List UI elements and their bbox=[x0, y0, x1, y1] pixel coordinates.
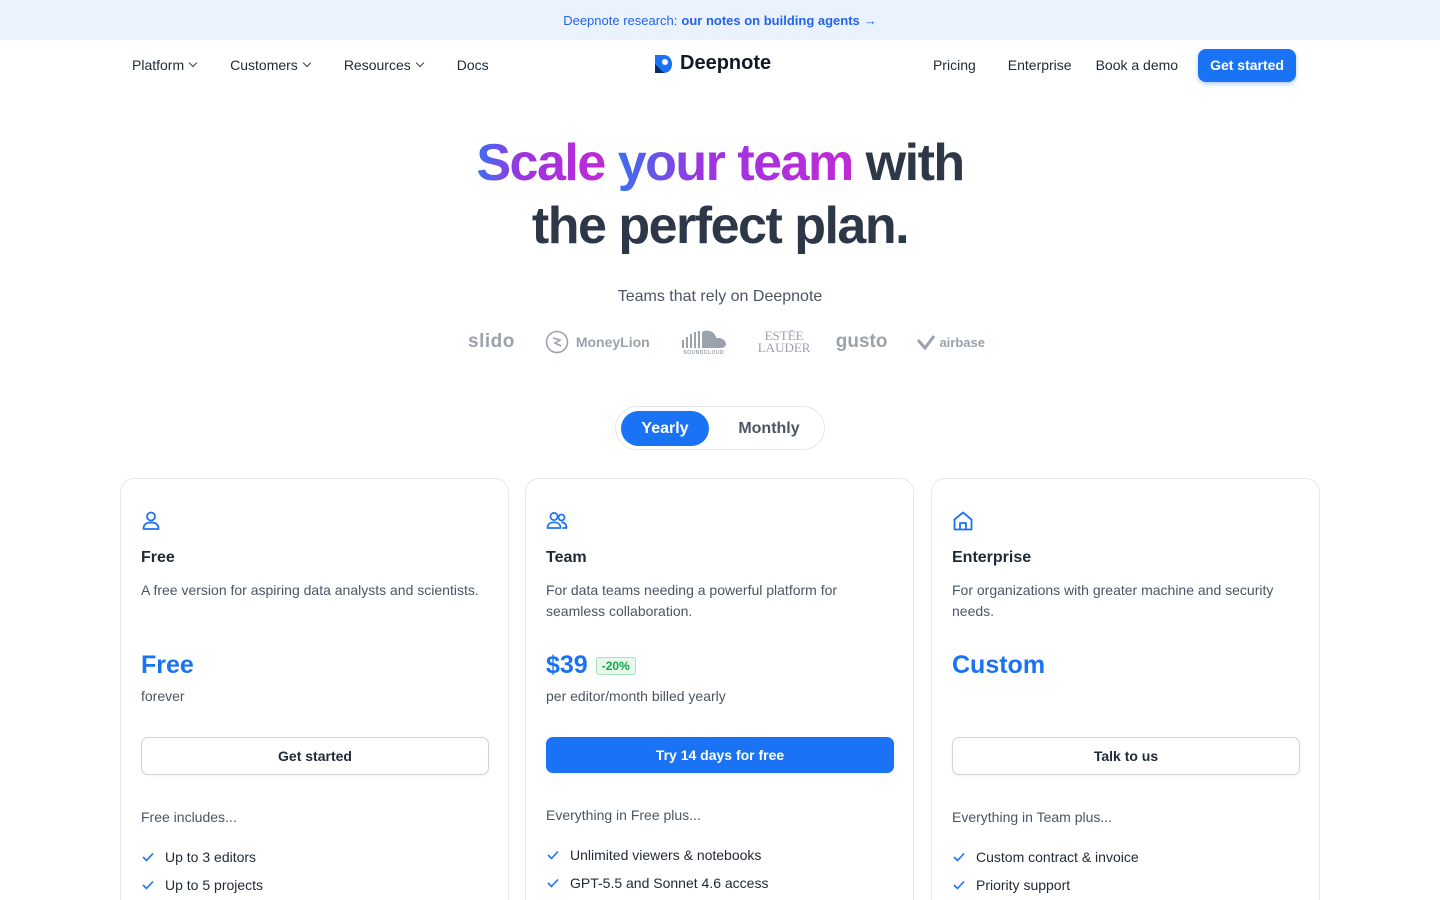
estee-lauder-logo: ESTĒE LAUDER bbox=[757, 328, 811, 355]
nav-platform-label: Platform bbox=[132, 57, 185, 73]
nav-platform[interactable]: Platform bbox=[132, 57, 198, 73]
announcement-banner[interactable]: Deepnote research: our notes on building… bbox=[0, 0, 1440, 40]
top-nav: Platform Customers Resources Docs Deepno… bbox=[0, 40, 1440, 90]
teams-title: Teams that rely on Deepnote bbox=[617, 288, 823, 305]
billing-monthly-option[interactable]: Monthly bbox=[724, 411, 814, 446]
nav-resources[interactable]: Resources bbox=[343, 57, 424, 73]
plan-description: For data teams needing a powerful platfo… bbox=[546, 582, 838, 619]
list-item: Priority support bbox=[952, 871, 1139, 899]
nav-book-demo[interactable]: Book a demo bbox=[1096, 57, 1179, 73]
plan-feature-list: Custom contract & invoice Priority suppo… bbox=[952, 843, 1139, 899]
plan-price: Free bbox=[141, 651, 194, 679]
plan-price: $39 -20% bbox=[546, 651, 636, 680]
plan-description: A free version for aspiring data analyst… bbox=[141, 582, 479, 598]
chevron-down-icon bbox=[188, 58, 198, 68]
get-started-free-button[interactable]: Get started bbox=[141, 737, 489, 775]
hero-rest-1: with bbox=[865, 134, 965, 192]
billing-toggle[interactable]: Yearly Monthly bbox=[615, 406, 825, 450]
home-icon bbox=[952, 510, 974, 537]
nav-docs-label: Docs bbox=[456, 57, 489, 73]
customer-logos: slido MoneyLion SOUNDCLOUD ESTĒE LAUDER … bbox=[468, 326, 1015, 358]
hero-grad-2: your team bbox=[617, 134, 855, 192]
list-item: Up to 3 editors bbox=[141, 843, 263, 871]
logo-text: Deepnote bbox=[680, 52, 772, 74]
airbase-logo: airbase bbox=[917, 334, 985, 350]
user-icon bbox=[141, 510, 161, 537]
deepnote-logo[interactable]: Deepnote bbox=[652, 52, 771, 75]
plan-card-enterprise: Enterprise For organizations with greate… bbox=[931, 478, 1320, 900]
check-icon bbox=[547, 850, 559, 860]
arrow-right-icon: → bbox=[863, 12, 877, 28]
plan-includes-heading: Everything in Team plus... bbox=[952, 809, 1113, 825]
plan-price: Custom bbox=[952, 651, 1046, 679]
list-item: Unlimited viewers & notebooks bbox=[546, 841, 768, 869]
plan-name: Team bbox=[546, 549, 587, 566]
check-icon bbox=[953, 852, 965, 862]
nav-right-menu: Pricing Enterprise Book a demo Get start… bbox=[901, 48, 1296, 82]
gusto-logo: gusto bbox=[835, 331, 888, 352]
plan-name: Free bbox=[141, 549, 175, 566]
plan-description: For organizations with greater machine a… bbox=[952, 582, 1274, 619]
try-free-trial-button[interactable]: Try 14 days for free bbox=[546, 737, 894, 773]
banner-prefix: Deepnote research: bbox=[563, 12, 678, 28]
plan-feature-list: Unlimited viewers & notebooks GPT-5.5 an… bbox=[546, 841, 768, 897]
nav-customers-label: Customers bbox=[230, 57, 298, 73]
nav-docs[interactable]: Docs bbox=[457, 57, 489, 73]
plan-includes-heading: Free includes... bbox=[141, 809, 237, 825]
plan-card-team: Team For data teams needing a powerful p… bbox=[525, 478, 914, 900]
list-item: GPT-5.5 and Sonnet 4.6 access bbox=[546, 869, 768, 897]
nav-enterprise[interactable]: Enterprise bbox=[1008, 57, 1072, 73]
plan-name: Enterprise bbox=[952, 549, 1032, 566]
talk-to-us-button[interactable]: Talk to us bbox=[952, 737, 1300, 775]
plan-price-subtext: per editor/month billed yearly bbox=[546, 688, 726, 704]
chevron-down-icon bbox=[415, 58, 424, 68]
list-item: Custom contract & invoice bbox=[952, 843, 1139, 871]
plan-price-subtext: forever bbox=[141, 688, 185, 704]
hero-heading: Scale your team with the perfect plan. bbox=[0, 132, 1440, 258]
plan-feature-list: Up to 3 editors Up to 5 projects bbox=[141, 843, 263, 899]
plan-card-free: Free A free version for aspiring data an… bbox=[120, 478, 509, 900]
nav-resources-label: Resources bbox=[343, 57, 411, 73]
soundcloud-logo: SOUNDCLOUD bbox=[680, 328, 728, 356]
plan-includes-heading: Everything in Free plus... bbox=[546, 807, 701, 823]
nav-customers[interactable]: Customers bbox=[230, 57, 312, 73]
nav-left-menu: Platform Customers Resources Docs bbox=[132, 40, 523, 90]
get-started-button[interactable]: Get started bbox=[1198, 48, 1296, 82]
check-icon bbox=[142, 880, 154, 890]
check-icon bbox=[953, 880, 965, 890]
nav-pricing[interactable]: Pricing bbox=[933, 57, 976, 73]
users-icon bbox=[546, 510, 568, 537]
hero-line-2: the perfect plan. bbox=[531, 197, 910, 255]
banner-link[interactable]: our notes on building agents bbox=[681, 13, 859, 28]
check-icon bbox=[142, 852, 154, 862]
deepnote-logo-icon bbox=[655, 54, 672, 73]
billing-yearly-option[interactable]: Yearly bbox=[621, 411, 709, 446]
check-icon bbox=[547, 878, 559, 888]
chevron-down-icon bbox=[302, 58, 312, 68]
discount-badge: -20% bbox=[595, 656, 636, 675]
slido-logo: slido bbox=[468, 331, 515, 352]
list-item: Up to 5 projects bbox=[141, 871, 263, 899]
hero-grad-1: Scale bbox=[476, 134, 606, 192]
moneylion-logo: MoneyLion bbox=[545, 330, 650, 354]
